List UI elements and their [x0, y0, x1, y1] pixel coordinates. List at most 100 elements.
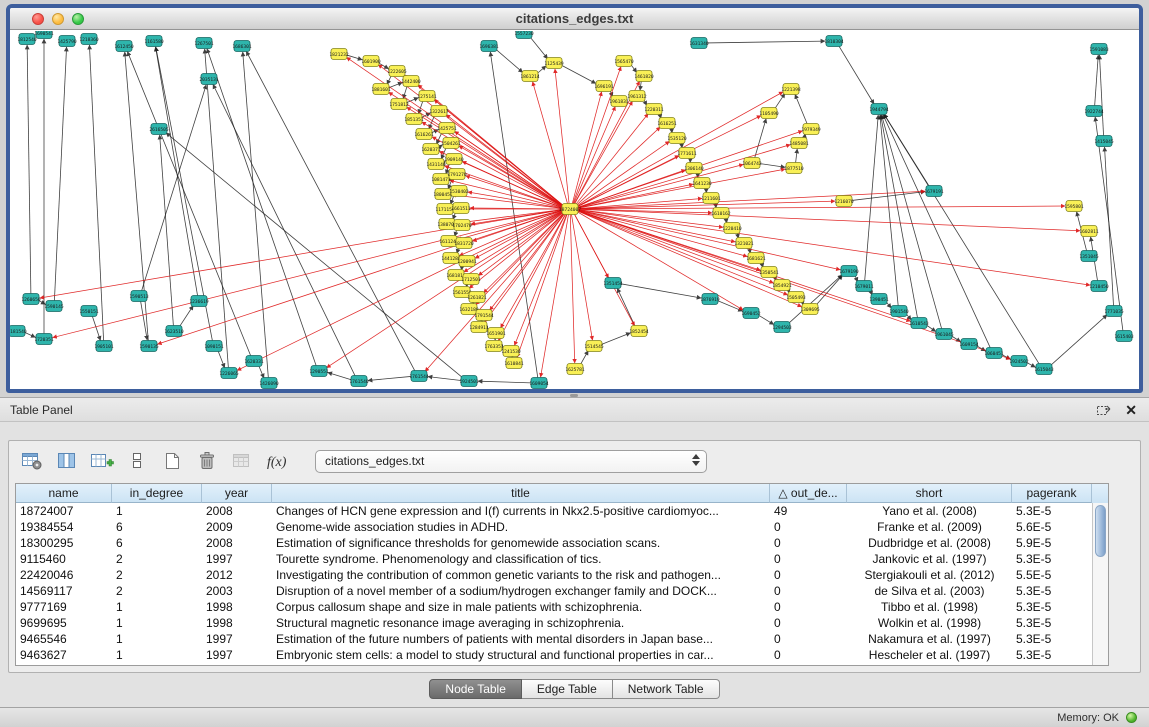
cell-out_degree[interactable]: 0 — [770, 551, 847, 567]
cell-year[interactable]: 2008 — [202, 535, 272, 551]
cell-title[interactable]: Estimation of the future numbers of pati… — [272, 631, 770, 647]
cell-name[interactable]: 19384554 — [16, 519, 112, 535]
network-edge[interactable] — [514, 214, 566, 346]
network-edge[interactable] — [407, 107, 564, 206]
network-node[interactable]: 1909140 — [444, 154, 464, 165]
network-node[interactable]: 1220311 — [644, 104, 664, 115]
network-node[interactable]: 1590145 — [44, 301, 64, 312]
network-node[interactable]: 1712501 — [461, 274, 481, 285]
zoom-button[interactable] — [72, 13, 84, 25]
network-node[interactable]: 1615403 — [1114, 331, 1134, 342]
cell-title[interactable]: Disruption of a novel member of a sodium… — [272, 583, 770, 599]
network-node[interactable]: 1961045 — [934, 329, 954, 340]
network-edge[interactable] — [478, 381, 531, 383]
network-node[interactable]: 1200941 — [457, 256, 477, 267]
network-node[interactable]: 1852454 — [629, 326, 649, 337]
cell-short[interactable]: Stergiakouli et al. (2012) — [847, 567, 1012, 583]
network-node[interactable]: 1350541 — [759, 267, 779, 278]
network-edge[interactable] — [881, 115, 918, 318]
network-node[interactable]: 1761544 — [409, 371, 429, 382]
network-node[interactable]: 1236619 — [189, 296, 209, 307]
network-edge[interactable] — [495, 49, 522, 73]
cell-title[interactable]: Changes of HCN gene expression and I(f) … — [272, 503, 770, 519]
network-view-window[interactable]: citations_edges.txt 18724007182123216019… — [6, 4, 1143, 393]
network-node[interactable]: 1161580 — [144, 36, 164, 47]
network-edge[interactable] — [577, 211, 801, 307]
network-node[interactable]: 1261821 — [467, 292, 487, 303]
network-node[interactable]: 1610162 — [711, 208, 731, 219]
cell-title[interactable]: Estimation of significance thresholds fo… — [272, 535, 770, 551]
network-edge[interactable] — [179, 306, 193, 328]
network-edge[interactable] — [389, 92, 564, 206]
cell-year[interactable]: 1997 — [202, 551, 272, 567]
tab-network-table[interactable]: Network Table — [613, 679, 720, 699]
network-node[interactable]: 2035131 — [199, 74, 219, 85]
network-graph[interactable]: 1872400718212321601900122260518816011442… — [10, 31, 1139, 389]
network-edge[interactable] — [578, 210, 1090, 285]
cell-name[interactable]: 9463627 — [16, 647, 112, 663]
cell-short[interactable]: Yano et al. (2008) — [847, 503, 1012, 519]
network-node[interactable]: 1791270 — [447, 169, 467, 180]
network-node[interactable]: 1831720 — [454, 238, 474, 249]
network-edge[interactable] — [27, 45, 31, 294]
network-node[interactable]: 1275141 — [417, 91, 437, 102]
network-node[interactable]: 1267501 — [194, 38, 214, 49]
network-node[interactable]: 1810304 — [824, 36, 844, 47]
network-node[interactable]: 1241530 — [501, 346, 521, 357]
network-node[interactable]: 1294503 — [772, 322, 792, 333]
network-node[interactable]: 1485081 — [789, 138, 809, 149]
network-node[interactable]: 1590135 — [139, 341, 159, 352]
network-node[interactable]: 1226065 — [219, 368, 239, 379]
network-node[interactable]: 1615043 — [1034, 364, 1054, 375]
cell-year[interactable]: 2003 — [202, 583, 272, 599]
network-node[interactable]: 1690452 — [741, 308, 761, 319]
network-edge[interactable] — [530, 37, 548, 59]
network-node[interactable]: 1620331 — [244, 356, 264, 367]
tab-edge-table[interactable]: Edge Table — [522, 679, 613, 699]
network-node[interactable]: 1616251 — [657, 118, 677, 129]
network-node[interactable]: 1631340 — [689, 38, 709, 49]
network-node[interactable]: 1565470 — [614, 56, 634, 67]
cell-out_degree[interactable]: 0 — [770, 599, 847, 615]
network-edge[interactable] — [160, 135, 174, 326]
network-node[interactable]: 1290551 — [309, 366, 329, 377]
cell-year[interactable]: 2012 — [202, 567, 272, 583]
cell-out_degree[interactable]: 0 — [770, 535, 847, 551]
network-edge[interactable] — [1099, 55, 1103, 136]
network-node[interactable]: 1125439 — [544, 58, 564, 69]
network-node[interactable]: 1877510 — [784, 163, 804, 174]
network-edge[interactable] — [389, 83, 403, 88]
function-builder-button[interactable]: f(x) — [264, 449, 290, 473]
network-canvas[interactable]: 1872400718212321601900122260518816011442… — [10, 31, 1139, 389]
cell-in_degree[interactable]: 6 — [112, 519, 202, 535]
network-node[interactable]: 1535120 — [667, 133, 687, 144]
network-node[interactable]: 1390451 — [869, 294, 889, 305]
network-node[interactable]: 1771035 — [1104, 306, 1124, 317]
network-edge[interactable] — [475, 213, 564, 305]
network-node[interactable]: 1620371 — [421, 144, 441, 155]
cell-pagerank[interactable]: 5.3E-5 — [1012, 599, 1092, 615]
cell-out_degree[interactable]: 49 — [770, 503, 847, 519]
network-node[interactable]: 1961831 — [609, 96, 629, 107]
network-edge[interactable] — [462, 161, 562, 207]
network-node[interactable]: 1679190 — [839, 266, 859, 277]
network-node[interactable]: 1702470 — [452, 220, 472, 231]
network-node[interactable]: 18724007 — [559, 204, 581, 215]
cell-title[interactable]: Investigating the contribution of common… — [272, 567, 770, 583]
table-row[interactable]: 1938455462009Genome-wide association stu… — [16, 519, 1092, 535]
network-edge[interactable] — [640, 81, 641, 91]
network-edge[interactable] — [573, 106, 615, 204]
cell-pagerank[interactable]: 5.3E-5 — [1012, 503, 1092, 519]
network-edge[interactable] — [578, 211, 911, 322]
network-node[interactable]: 1761540 — [349, 376, 369, 387]
network-edge[interactable] — [1050, 315, 1107, 366]
network-edge[interactable] — [707, 41, 825, 43]
network-node[interactable]: 1260650 — [21, 294, 41, 305]
cell-year[interactable]: 1998 — [202, 615, 272, 631]
vertical-scrollbar[interactable] — [1092, 503, 1108, 665]
network-node[interactable]: 1218360 — [79, 34, 99, 45]
network-edge[interactable] — [156, 47, 198, 296]
column-header-out_degree[interactable]: △ out_de... — [770, 484, 847, 503]
cell-in_degree[interactable]: 2 — [112, 567, 202, 583]
network-node[interactable]: 1609154 — [959, 339, 979, 350]
